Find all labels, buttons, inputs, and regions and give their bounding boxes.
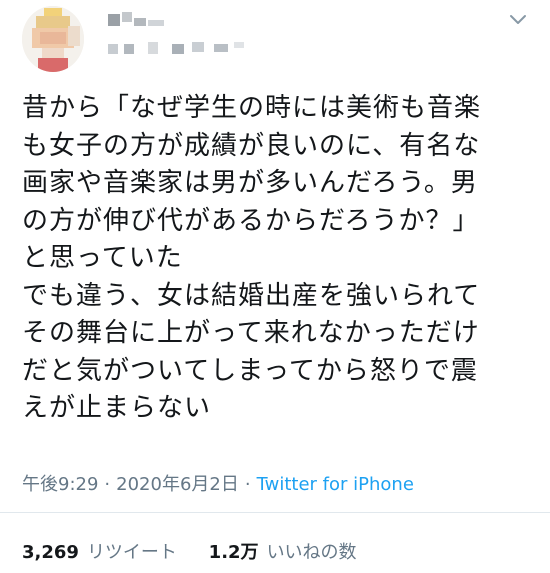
likes-count: 1.2万: [208, 542, 259, 563]
likes-label: いいねの数: [266, 542, 357, 563]
username-redacted[interactable]: [108, 42, 258, 56]
tweet-date[interactable]: 2020年6月2日: [116, 474, 239, 495]
divider: [0, 512, 550, 513]
chevron-down-icon-svg: [510, 15, 526, 24]
tweet-meta: 午後9:29 · 2020年6月2日 · Twitter for iPhone: [22, 470, 414, 496]
retweets-stat[interactable]: 3,269 リツイート: [22, 538, 177, 564]
retweets-label: リツイート: [86, 542, 177, 563]
meta-separator: ·: [104, 474, 111, 495]
tweet-time[interactable]: 午後9:29: [22, 474, 98, 495]
tweet-text: 昔から「なぜ学生の時には美術も音楽 も女子の方が成績が良いのに、有名な 画家や音…: [22, 93, 482, 423]
tweet-source-link[interactable]: Twitter for iPhone: [257, 474, 414, 495]
display-name-redacted[interactable]: [108, 12, 168, 32]
likes-stat[interactable]: 1.2万 いいねの数: [209, 538, 357, 564]
avatar[interactable]: [22, 6, 84, 72]
tweet-stats: 3,269 リツイート 1.2万 いいねの数: [22, 538, 357, 564]
chevron-down-icon[interactable]: [508, 12, 528, 28]
meta-separator: ·: [244, 474, 251, 495]
retweets-count: 3,269: [22, 542, 79, 563]
tweet-detail: 昔から「なぜ学生の時には美術も音楽 も女子の方が成績が良いのに、有名な 画家や音…: [0, 0, 550, 573]
